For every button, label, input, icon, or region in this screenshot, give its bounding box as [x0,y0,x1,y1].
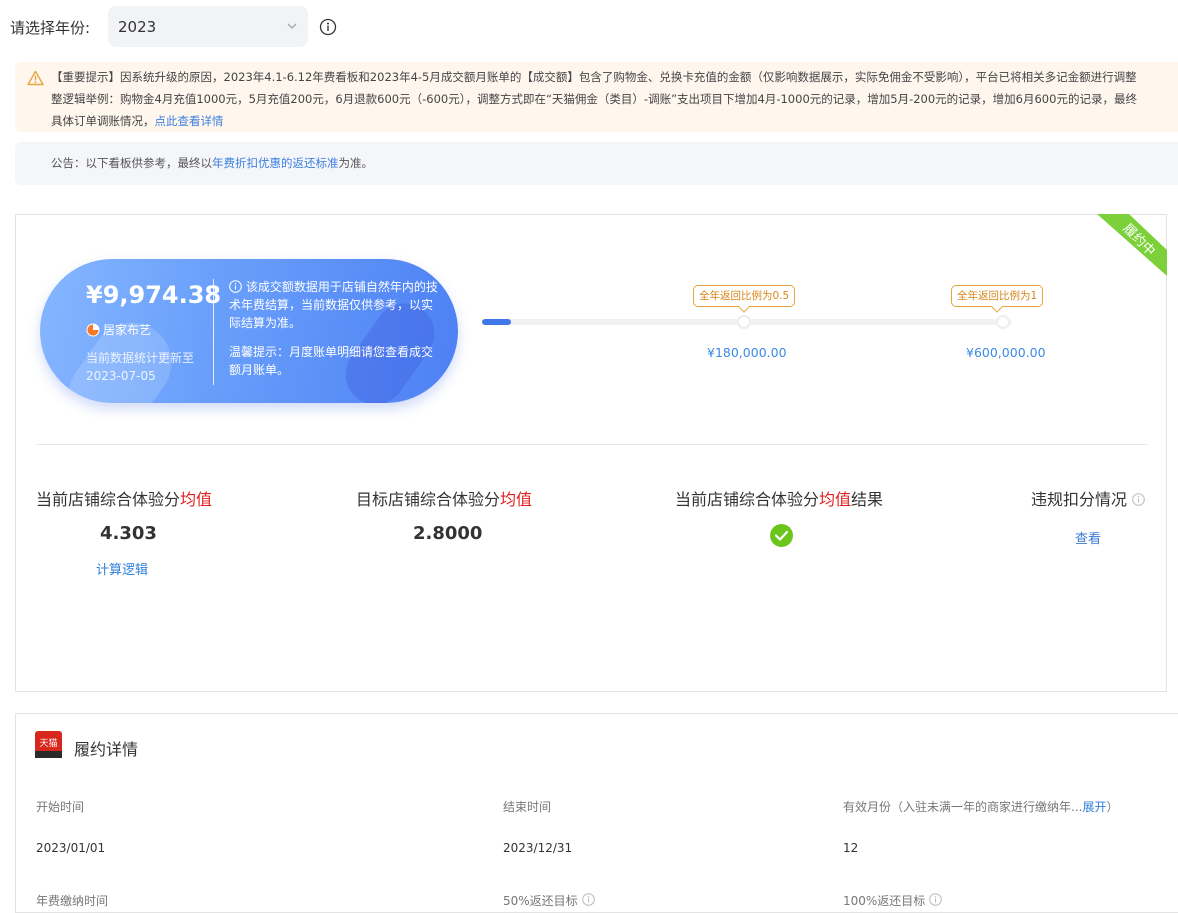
start-date-label: 开始时间 [36,800,85,814]
refund-standard-link[interactable]: 年费折扣优惠的返还标准 [212,156,339,170]
year-label: 请选择年份: [10,19,91,37]
important-notice: 【重要提示】因系统升级的原因，2023年4.1-6.12年费看板和2023年4-… [15,62,1178,132]
metric-title-highlight: 均值 [500,490,533,509]
valid-months-value: 12 [843,841,859,855]
milestone-amount: ¥600,000.00 [966,345,1046,360]
shop-name: 居家布艺 [86,321,151,338]
milestone-amount: ¥180,000.00 [707,345,787,360]
view-details-link[interactable]: 点此查看详情 [155,114,224,128]
refund-50-target-label: 50%返还目标 [503,892,595,909]
end-date-label: 结束时间 [503,800,552,814]
announcement: 公告：以下看板供参考，最终以年费折扣优惠的返还标准为准。 [15,142,1178,185]
announcement-prefix: 公告：以下看板供参考，最终以 [51,156,212,170]
metric-title-prefix: 当前店铺综合体验分 [675,490,820,509]
metric-title-suffix: 结果 [851,490,884,509]
notice-line-2: 整逻辑举例：购物金4月充值1000元，5月充值200元，6月退款600元（-60… [51,92,1137,106]
metric-title-prefix: 违规扣分情况 [1031,490,1128,509]
metric-value-current-score: 4.303 [100,523,157,544]
start-date-value: 2023/01/01 [36,841,106,855]
metric-title-current-score: 当前店铺综合体验分均值 [36,486,212,510]
metric-title-score-result: 当前店铺综合体验分均值结果 [675,486,883,510]
fulfillment-detail-title: 履约详情 [74,740,139,759]
update-label: 当前数据统计更新至 [86,351,195,365]
metric-title-prefix: 目标店铺综合体验分 [356,490,501,509]
metric-title-highlight: 均值 [180,490,213,509]
shop-name-text: 居家布艺 [103,323,152,337]
announcement-suffix: 为准。 [338,156,374,170]
fee-payment-time-label: 年费缴纳时间 [36,894,109,908]
refund-100-target-label: 100%返还目标 [843,892,942,909]
calc-logic-link[interactable]: 计算逻辑 [96,559,148,578]
refund-50-target-text: 50%返还目标 [503,894,578,908]
turnover-note: 该成交额数据用于店铺自然年内的技术年费结算，当前数据仅供参考，以实际结算为准。 [229,278,439,332]
valid-months-label-suffix: ） [1106,800,1119,814]
status-ribbon: 履约中 [1097,214,1167,276]
tmall-logo-icon: 天猫 [35,731,62,758]
notice-line-3-text: 具体订单调账情况， [51,114,155,128]
info-icon[interactable] [929,893,942,906]
shop-logo-icon [86,323,100,336]
expand-link[interactable]: 展开 [1082,800,1106,814]
metric-title-target-score: 目标店铺综合体验分均值 [356,486,532,510]
milestone-node [996,315,1010,329]
turnover-note-text: 该成交额数据用于店铺自然年内的技术年费结算，当前数据仅供参考，以实际结算为准。 [229,280,438,330]
turnover-amount: ¥9,974.38 [86,281,222,309]
update-info: 当前数据统计更新至 2023-07-05 [86,349,216,385]
metric-title-highlight: 均值 [819,490,852,509]
info-icon[interactable] [319,18,337,36]
milestone-node [737,315,751,329]
year-select[interactable]: 2023 [108,6,308,47]
section-divider [36,444,1147,445]
refund-100-target-text: 100%返还目标 [843,894,926,908]
view-violations-link[interactable]: 查看 [1075,528,1101,547]
year-select-value: 2023 [118,17,157,36]
update-date: 2023-07-05 [86,369,156,383]
notice-line-1: 【重要提示】因系统升级的原因，2023年4.1-6.12年费看板和2023年4-… [51,70,1137,84]
warning-icon [27,70,44,86]
info-icon[interactable] [1132,493,1145,506]
check-icon [770,524,793,547]
notice-line-3: 具体订单调账情况，点此查看详情 [51,110,1178,132]
info-icon [229,280,242,293]
progress-fill [482,319,512,325]
milestone-tag: 全年返回比例为0.5 [693,285,796,307]
end-date-value: 2023/12/31 [503,841,573,855]
metric-value-target-score: 2.8000 [413,523,483,544]
metric-title-prefix: 当前店铺综合体验分 [36,490,181,509]
milestone-tag: 全年返回比例为1 [951,285,1044,307]
turnover-summary: ¥9,974.38 居家布艺 当前数据统计更新至 2023-07-05 该成交额… [40,259,458,403]
valid-months-label: 有效月份（入驻未满一年的商家进行缴纳年...展开） [843,798,1118,815]
valid-months-label-text: 有效月份（入驻未满一年的商家进行缴纳年... [843,800,1083,814]
tmall-logo-text: 天猫 [39,737,57,748]
info-icon[interactable] [581,893,595,906]
monthly-bill-tip: 温馨提示：月度账单明细请您查看成交额月账单。 [229,345,434,377]
chevron-down-icon [287,23,297,29]
metric-title-violations: 违规扣分情况 [1031,486,1145,510]
